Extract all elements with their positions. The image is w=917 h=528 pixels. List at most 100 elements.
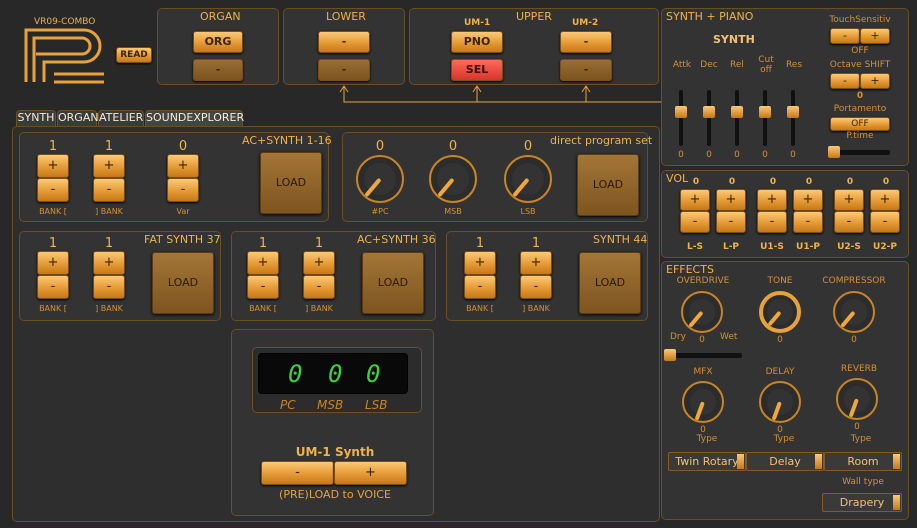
delay-knob[interactable] — [759, 381, 801, 423]
compressor-value: 0 — [851, 335, 857, 345]
ac16-var-plus[interactable]: + — [167, 154, 199, 178]
touch-label: TouchSensitiv — [829, 15, 891, 25]
ac36-load-button[interactable]: LOAD — [362, 252, 424, 314]
pno-button[interactable]: PNO — [451, 31, 503, 53]
um2-button-2[interactable]: - — [560, 59, 612, 81]
portamento-button[interactable]: OFF — [830, 117, 890, 131]
vol-u2-s-plus[interactable]: + — [834, 189, 864, 211]
vol-u1-p-minus[interactable]: - — [793, 211, 823, 233]
upper-title: UPPER — [516, 10, 552, 23]
vol-l-p-minus[interactable]: - — [716, 211, 746, 233]
pc-knob[interactable] — [356, 155, 404, 203]
vol-u2-p-minus[interactable]: - — [870, 211, 900, 233]
ac16-var-minus[interactable]: - — [167, 178, 199, 202]
vol-u2-p-plus[interactable]: + — [870, 189, 900, 211]
ac36-bank2-plus[interactable]: + — [303, 251, 335, 275]
lower-button-1[interactable]: - — [318, 31, 370, 53]
fader-rel[interactable] — [731, 90, 743, 146]
fader-attk-label: Attk — [672, 60, 692, 70]
overdrive-slider[interactable] — [664, 349, 742, 361]
mfx-type-select[interactable]: Twin Rotary — [668, 452, 746, 471]
org-button[interactable]: ORG — [193, 31, 243, 53]
fader-dec[interactable] — [703, 90, 715, 146]
ac36-bank1-minus[interactable]: - — [247, 275, 279, 299]
ac16-bank2-plus[interactable]: + — [93, 154, 125, 178]
s44-bank1-minus[interactable]: - — [464, 275, 496, 299]
fader-res-value: 0 — [790, 150, 796, 160]
um2-button-1[interactable]: - — [560, 31, 612, 53]
lsb-knob[interactable] — [504, 155, 552, 203]
vol-u1-p-plus[interactable]: + — [793, 189, 823, 211]
touch-plus-button[interactable]: + — [860, 28, 890, 44]
fat-bank1-plus[interactable]: + — [37, 251, 69, 275]
effects-title: EFFECTS — [666, 263, 714, 276]
ac16-var-label: Var — [176, 207, 190, 216]
ac36-bank2-minus[interactable]: - — [303, 275, 335, 299]
ac16-bank1-plus[interactable]: + — [37, 154, 69, 178]
voice-plus-button[interactable]: + — [334, 461, 407, 485]
ac16-bank1-minus[interactable]: - — [37, 178, 69, 202]
reverb-type-select[interactable]: Room — [824, 452, 902, 471]
touch-minus-button[interactable]: - — [830, 28, 860, 44]
led-lsb-label: LSB — [365, 398, 388, 412]
vol-u1-s-minus[interactable]: - — [757, 211, 787, 233]
ac16-var-value: 0 — [178, 139, 188, 154]
ac16-bank2-value: 1 — [104, 139, 114, 154]
tab-organ[interactable]: ORGAN — [57, 110, 99, 126]
s44-bank2-plus[interactable]: + — [520, 251, 552, 275]
octave-minus-button[interactable]: - — [830, 73, 860, 89]
ac36-bank2-value: 1 — [314, 236, 324, 251]
wall-type-select[interactable]: Drapery — [822, 493, 902, 512]
vol-l-s-plus[interactable]: + — [680, 189, 710, 211]
reverb-knob[interactable] — [836, 378, 878, 420]
ac16-load-button[interactable]: LOAD — [260, 152, 322, 214]
wall-type-label: Wall type — [842, 477, 884, 487]
ptime-slider[interactable] — [828, 146, 890, 158]
fader-rel-label: Rel — [730, 60, 744, 70]
s44-load-button[interactable]: LOAD — [579, 252, 641, 314]
fader-res[interactable] — [787, 90, 799, 146]
fader-attk[interactable] — [675, 90, 687, 146]
fat-bank2-minus[interactable]: - — [93, 275, 125, 299]
app-title: VR09-COMBO — [34, 17, 96, 27]
vol-u1-s-plus[interactable]: + — [757, 189, 787, 211]
compressor-knob[interactable] — [833, 291, 875, 333]
s44-bank2-minus[interactable]: - — [520, 275, 552, 299]
vol-l-s-minus[interactable]: - — [680, 211, 710, 233]
fader-cutoff-value: 0 — [762, 150, 768, 160]
um2-label: UM-2 — [572, 18, 599, 28]
read-button[interactable]: READ — [116, 47, 152, 63]
ac36-bank1-plus[interactable]: + — [247, 251, 279, 275]
sel-button[interactable]: SEL — [451, 59, 503, 81]
fader-cutoff[interactable] — [759, 90, 771, 146]
voice-minus-button[interactable]: - — [261, 461, 334, 485]
fat-load-button[interactable]: LOAD — [152, 252, 214, 314]
vol-l-p-plus[interactable]: + — [716, 189, 746, 211]
fat-bank2-plus[interactable]: + — [93, 251, 125, 275]
fat-bank1-minus[interactable]: - — [37, 275, 69, 299]
vol-u2-s-value: 0 — [846, 177, 854, 187]
vol-l-p-value: 0 — [728, 177, 736, 187]
overdrive-wet: Wet — [720, 332, 738, 342]
vol-u2-s-minus[interactable]: - — [834, 211, 864, 233]
ac36-bank1-label: BANK [ — [249, 304, 277, 313]
lower-button-2[interactable]: - — [318, 59, 370, 81]
tone-knob[interactable] — [759, 291, 801, 333]
organ-lower-button[interactable]: - — [193, 59, 243, 81]
lsb-label: LSB — [520, 207, 536, 216]
s44-bank1-plus[interactable]: + — [464, 251, 496, 275]
ac16-bank2-minus[interactable]: - — [93, 178, 125, 202]
overdrive-knob[interactable] — [681, 291, 723, 333]
touch-value: OFF — [851, 46, 869, 56]
octave-plus-button[interactable]: + — [860, 73, 890, 89]
tab-synth[interactable]: SYNTH — [16, 110, 56, 126]
overdrive-dry: Dry — [670, 332, 686, 342]
tab-soundexplorer[interactable]: SOUNDEXPLORER — [145, 110, 244, 126]
mfx-knob[interactable] — [682, 381, 724, 423]
organ-title: ORGAN — [200, 10, 241, 23]
msb-knob[interactable] — [429, 155, 477, 203]
direct-load-button[interactable]: LOAD — [577, 154, 639, 216]
tab-atelier[interactable]: ATELIER — [98, 110, 144, 126]
delay-type-select[interactable]: Delay — [746, 452, 824, 471]
led-pc-label: PC — [280, 398, 296, 412]
